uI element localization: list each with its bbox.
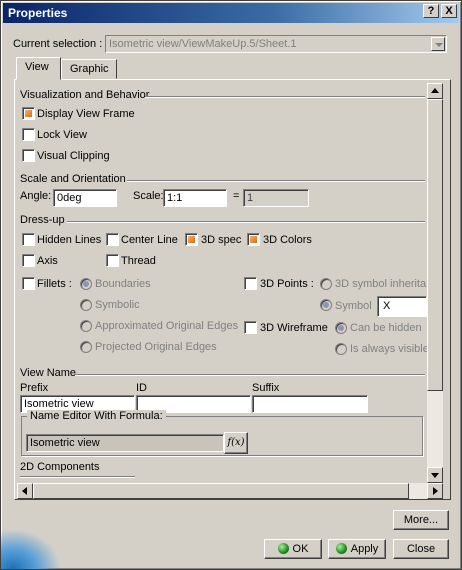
name-editor-label: Name Editor With Formula: (27, 410, 166, 422)
scroll-right-arrow-icon[interactable] (427, 483, 443, 499)
tab-graphic-label: Graphic (70, 63, 109, 75)
visualization-heading: Visualization and Behavior (20, 89, 150, 101)
2d-components-heading: 2D Components (20, 461, 100, 473)
formula-editor-button[interactable]: f(x) (224, 432, 248, 454)
tab-graphic[interactable]: Graphic (61, 59, 117, 79)
vertical-scrollbar[interactable] (427, 83, 443, 483)
ok-button[interactable]: OK (264, 539, 322, 559)
angle-label: Angle: (20, 190, 52, 202)
3d-points-label: 3D Points : (260, 278, 314, 290)
3d-colors-checkbox[interactable] (247, 233, 260, 246)
scroll-down-arrow-icon[interactable] (427, 467, 443, 483)
symbol-radio[interactable] (320, 299, 332, 311)
chevron-down-icon[interactable] (431, 37, 445, 51)
ok-icon (277, 543, 289, 554)
fillet-projected-label: Projected Original Edges (95, 341, 217, 353)
3d-wireframe-label: 3D Wireframe (260, 322, 328, 334)
scroll-up-arrow-icon[interactable] (427, 83, 443, 99)
angle-input[interactable]: 0deg (53, 189, 117, 207)
lock-view-label: Lock View (37, 129, 87, 141)
prefix-label: Prefix (20, 382, 49, 394)
center-line-label: Center Line (121, 234, 178, 246)
scale-heading: Scale and Orientation (20, 173, 126, 185)
horizontal-scrollbar[interactable] (17, 483, 443, 499)
scale-input[interactable]: 1:1 (163, 189, 227, 207)
fillets-label: Fillets : (37, 278, 72, 290)
3d-wireframe-checkbox[interactable] (244, 321, 257, 334)
3d-points-checkbox[interactable] (244, 277, 257, 290)
display-view-frame-checkbox[interactable] (22, 107, 35, 120)
fillet-approximated-label: Approximated Original Edges (95, 320, 239, 332)
current-selection-value: Isometric view/ViewMakeUp.5/Sheet.1 (109, 38, 297, 50)
section-divider (75, 374, 425, 376)
section-divider (67, 221, 425, 223)
title-bar[interactable]: Properties (3, 3, 459, 23)
suffix-input[interactable] (252, 395, 368, 413)
thread-label: Thread (121, 255, 156, 267)
3d-symbol-inheritance-radio[interactable] (320, 278, 332, 290)
hidden-lines-label: Hidden Lines (37, 234, 102, 246)
fillet-boundaries-label: Boundaries (95, 278, 151, 290)
apply-button-label: Apply (350, 543, 379, 555)
3d-colors-label: 3D Colors (263, 234, 312, 246)
fillet-boundaries-radio[interactable] (80, 278, 92, 290)
properties-scroll-area: Visualization and Behavior Display View … (17, 83, 427, 483)
hidden-lines-checkbox[interactable] (22, 233, 35, 246)
app-logo-decoration (1, 529, 61, 569)
tab-view-label: View (25, 61, 49, 73)
display-view-frame-label: Display View Frame (37, 108, 135, 120)
view-name-heading: View Name (20, 367, 77, 379)
section-divider (20, 476, 135, 478)
scale-label: Scale: (133, 190, 164, 202)
ok-button-label: OK (292, 543, 309, 555)
more-button[interactable]: More... (393, 510, 449, 530)
apply-icon (335, 543, 347, 554)
fillet-projected-radio[interactable] (80, 341, 92, 353)
current-selection-label: Current selection : (13, 38, 103, 50)
window-title: Properties (8, 6, 68, 20)
vertical-scroll-thumb[interactable] (427, 99, 443, 391)
section-divider (127, 180, 425, 182)
3d-symbol-inheritance-label: 3D symbol inheritan (335, 278, 427, 290)
visual-clipping-label: Visual Clipping (37, 150, 110, 162)
fillet-symbolic-radio[interactable] (80, 299, 92, 311)
center-line-checkbox[interactable] (106, 233, 119, 246)
symbol-select[interactable]: X (377, 296, 427, 317)
scale-equals-sign: = (233, 190, 240, 202)
help-button[interactable]: ? (423, 4, 439, 18)
can-be-hidden-label: Can be hidden (350, 322, 422, 334)
axis-checkbox[interactable] (22, 254, 35, 267)
always-visible-radio[interactable] (335, 343, 347, 355)
symbol-label: Symbol (335, 300, 372, 312)
3d-spec-label: 3D spec (201, 234, 242, 246)
close-button[interactable]: Close (393, 539, 449, 559)
id-label: ID (136, 382, 147, 394)
current-selection-combo[interactable]: Isometric view/ViewMakeUp.5/Sheet.1 (105, 35, 447, 53)
3d-spec-checkbox[interactable] (185, 233, 198, 246)
thread-checkbox[interactable] (106, 254, 119, 267)
scroll-left-arrow-icon[interactable] (17, 483, 33, 499)
tab-view[interactable]: View (16, 57, 61, 80)
axis-label: Axis (37, 255, 58, 267)
fillet-approximated-radio[interactable] (80, 320, 92, 332)
lock-view-checkbox[interactable] (22, 128, 35, 141)
visual-clipping-checkbox[interactable] (22, 149, 35, 162)
fillets-checkbox[interactable] (22, 277, 35, 290)
suffix-label: Suffix (252, 382, 280, 394)
horizontal-scroll-thumb[interactable] (33, 483, 409, 499)
dressup-heading: Dress-up (20, 214, 65, 226)
always-visible-label: Is always visible (350, 343, 427, 355)
name-editor-field: Isometric view (26, 434, 224, 452)
section-divider (145, 96, 425, 98)
properties-dialog: Properties ? X Current selection : Isome… (0, 0, 462, 570)
scale-result-field: 1 (243, 189, 309, 207)
apply-button[interactable]: Apply (328, 539, 386, 559)
close-window-button[interactable]: X (441, 4, 457, 18)
fillet-symbolic-label: Symbolic (95, 299, 140, 311)
can-be-hidden-radio[interactable] (335, 322, 347, 334)
